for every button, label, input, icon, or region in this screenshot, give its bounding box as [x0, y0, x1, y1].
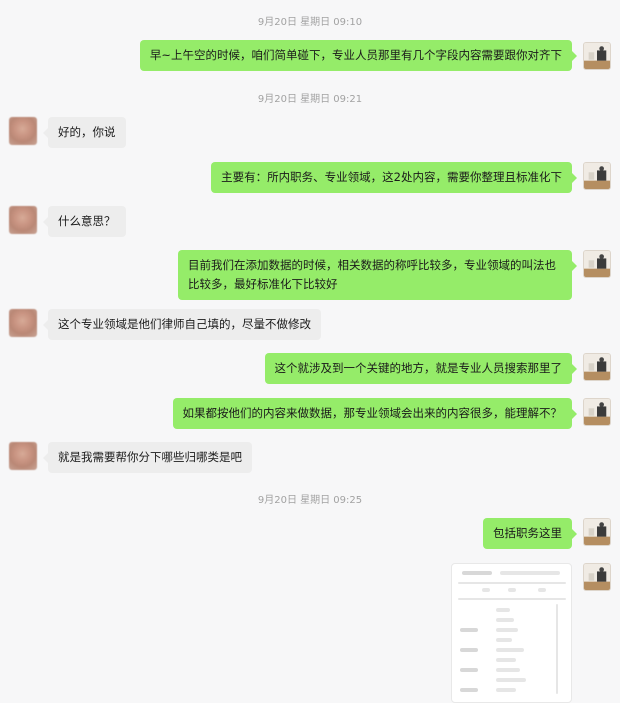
self-avatar[interactable] [583, 250, 611, 278]
message-row: 就是我需要帮你分下哪些归哪类是吧 [0, 442, 620, 474]
message-text: 包括职务这里 [493, 526, 562, 540]
timestamp: 9月20日 星期日 09:10 [257, 17, 363, 28]
message-row: 如果都按他们的内容来做数据，那专业领域会出来的内容很多，能理解不？ [0, 398, 620, 430]
message-text: 早~上午空的时候，咱们简单碰下，专业人员那里有几个字段内容需要跟你对齐下 [149, 48, 562, 62]
message-text: 这个就涉及到一个关键的地方，就是专业人员搜索那里了 [274, 361, 563, 375]
message-bubble[interactable]: 好的，你说 [43, 117, 126, 148]
peer-avatar[interactable] [9, 309, 37, 337]
message-row: 这个专业领域是他们律师自己填的，尽量不做修改 [0, 309, 620, 341]
message-bubble[interactable]: 如果都按他们的内容来做数据，那专业领域会出来的内容很多，能理解不？ [172, 398, 577, 429]
message-row: 好的，你说 [0, 117, 620, 149]
message-text: 就是我需要帮你分下哪些归哪类是吧 [58, 450, 242, 464]
message-row: 什么意思？ [0, 205, 620, 237]
avatar-photo-icon [584, 354, 610, 380]
message-bubble[interactable]: 这个就涉及到一个关键的地方，就是专业人员搜索那里了 [264, 353, 577, 384]
message-text: 这个专业领域是他们律师自己填的，尽量不做修改 [58, 317, 311, 331]
message-bubble[interactable]: 就是我需要帮你分下哪些归哪类是吧 [43, 442, 252, 473]
message-text: 主要有：所内职务、专业领域，这2处内容，需要你整理且标准化下 [221, 170, 562, 184]
message-text: 什么意思？ [58, 214, 116, 228]
message-text: 好的，你说 [58, 125, 116, 139]
blurred-screenshot-thumbnail[interactable] [451, 563, 572, 703]
message-text: 目前我们在添加数据的时候，相关数据的称呼比较多，专业领域的叫法也比较多，最好标准… [188, 258, 556, 291]
self-avatar[interactable] [583, 353, 611, 381]
message-bubble[interactable]: 包括职务这里 [483, 518, 577, 549]
message-bubble[interactable]: 什么意思？ [43, 206, 126, 237]
message-bubble[interactable]: 主要有：所内职务、专业领域，这2处内容，需要你整理且标准化下 [211, 162, 577, 193]
self-avatar[interactable] [583, 398, 611, 426]
peer-avatar[interactable] [9, 117, 37, 145]
avatar-photo-icon [584, 519, 610, 545]
message-row: 早~上午空的时候，咱们简单碰下，专业人员那里有几个字段内容需要跟你对齐下 [0, 40, 620, 72]
message-bubble[interactable]: 早~上午空的时候，咱们简单碰下，专业人员那里有几个字段内容需要跟你对齐下 [139, 40, 578, 71]
self-avatar[interactable] [583, 518, 611, 546]
message-row: 包括职务这里 [0, 518, 620, 550]
timestamp: 9月20日 星期日 09:21 [257, 94, 363, 105]
self-avatar[interactable] [583, 42, 611, 70]
message-row: 这个就涉及到一个关键的地方，就是专业人员搜索那里了 [0, 353, 620, 385]
message-text: 如果都按他们的内容来做数据，那专业领域会出来的内容很多，能理解不？ [182, 406, 563, 420]
message-bubble[interactable]: 目前我们在添加数据的时候，相关数据的称呼比较多，专业领域的叫法也比较多，最好标准… [178, 250, 577, 300]
self-avatar[interactable] [583, 162, 611, 190]
avatar-photo-icon [584, 163, 610, 189]
avatar-photo-icon [584, 43, 610, 69]
avatar-photo-icon [584, 564, 610, 590]
avatar-photo-icon [584, 251, 610, 277]
message-row: 目前我们在添加数据的时候，相关数据的称呼比较多，专业领域的叫法也比较多，最好标准… [0, 250, 620, 300]
message-bubble[interactable]: 这个专业领域是他们律师自己填的，尽量不做修改 [43, 309, 321, 340]
avatar-photo-icon [584, 399, 610, 425]
peer-avatar[interactable] [9, 206, 37, 234]
peer-avatar[interactable] [9, 442, 37, 470]
self-avatar[interactable] [583, 563, 611, 591]
timestamp: 9月20日 星期日 09:25 [257, 495, 363, 506]
message-row: 主要有：所内职务、专业领域，这2处内容，需要你整理且标准化下 [0, 162, 620, 194]
